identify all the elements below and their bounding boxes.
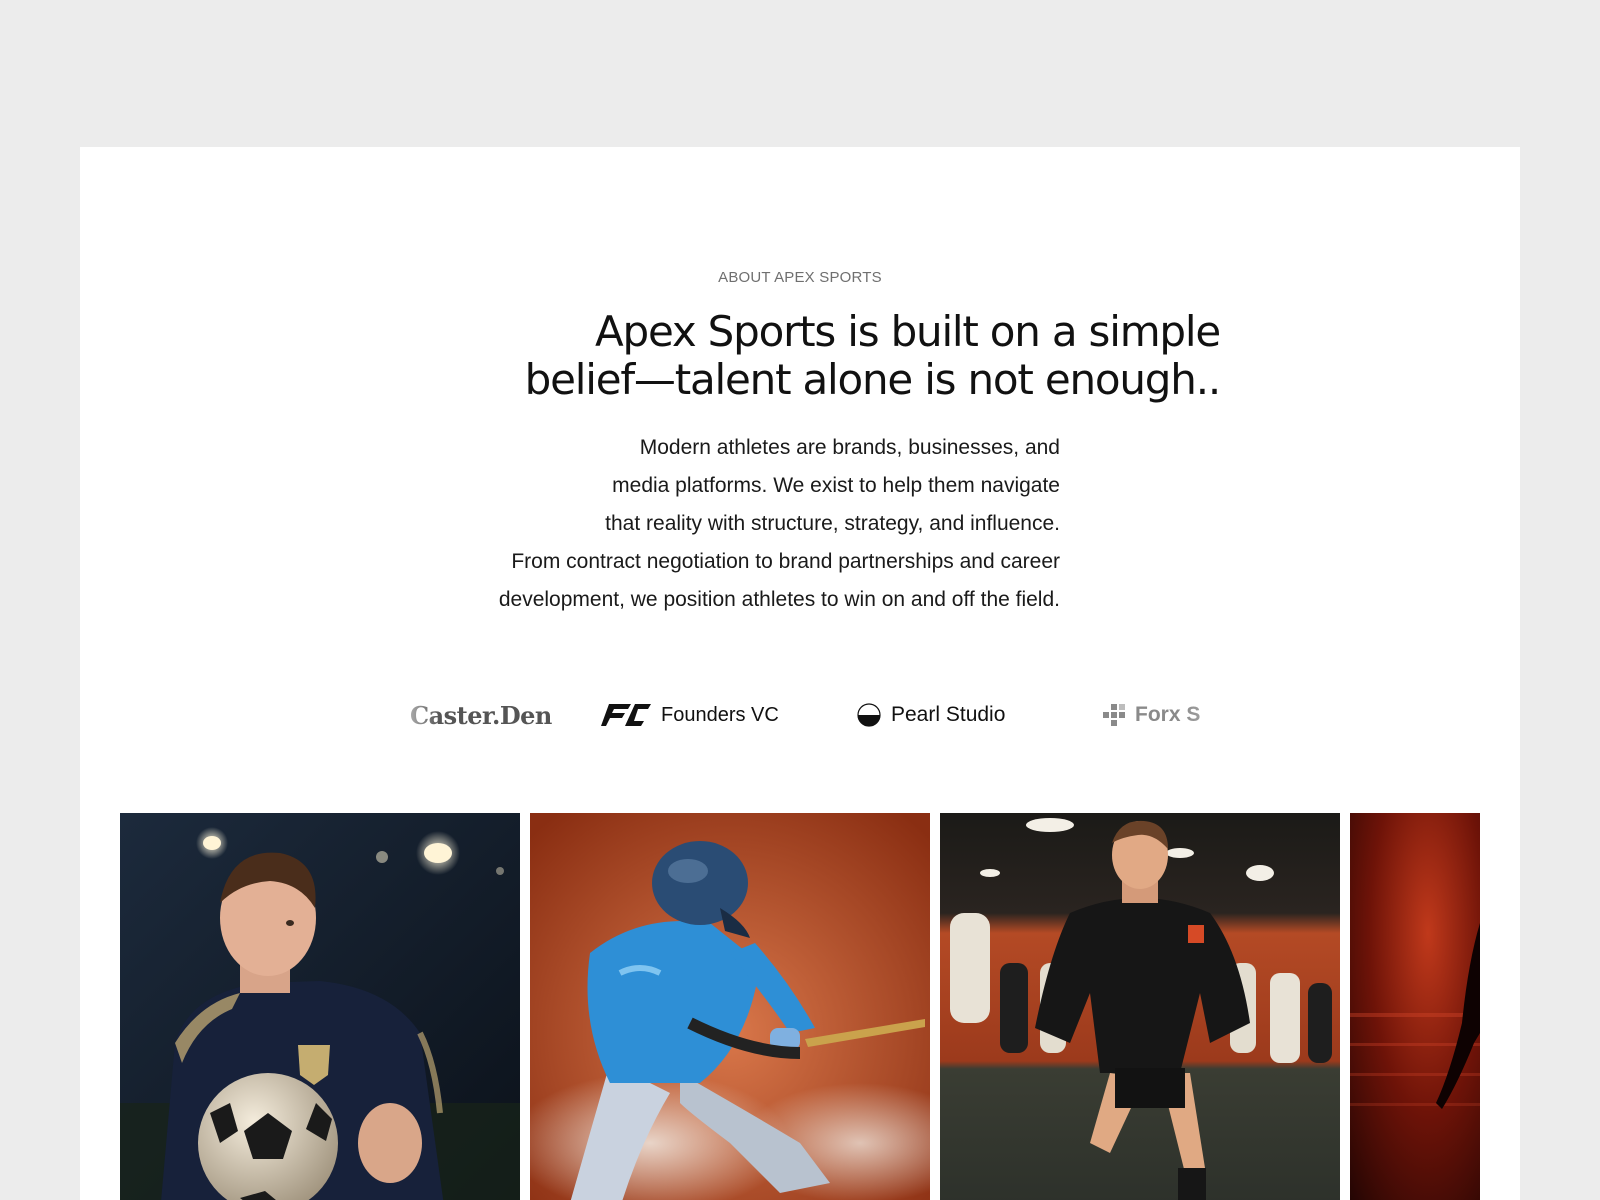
- pixel-grid-icon: [1103, 704, 1125, 726]
- gallery-image-training-run: [940, 813, 1340, 1200]
- about-section: ABOUT APEX SPORTS Apex Sports is built o…: [80, 147, 1520, 1200]
- headline-line: belief—talent alone is not enough..: [524, 355, 1222, 404]
- partner-logo-founders-vc: Founders VC: [601, 693, 779, 737]
- partner-logo-forx: Forx S: [1103, 693, 1200, 737]
- partner-name: Pearl Studio: [891, 703, 1006, 726]
- about-headline: Apex Sports is built on a simple belief—…: [460, 307, 1222, 404]
- partner-logo-marquee: Caster.Den Founders VC Pearl Studio Forx…: [380, 693, 1300, 737]
- section-eyebrow: ABOUT APEX SPORTS: [718, 269, 882, 286]
- gallery-image-soccer-player: [120, 813, 520, 1200]
- athlete-gallery: [120, 813, 1480, 1200]
- gallery-image-red-silhouette: [1350, 813, 1480, 1200]
- body-line: From contract negotiation to brand partn…: [511, 550, 1060, 573]
- partner-name: Caster.Den: [410, 700, 552, 730]
- body-line: development, we position athletes to win…: [498, 588, 1060, 611]
- half-circle-icon: [857, 703, 881, 727]
- gallery-image-baseball-batter: [530, 813, 930, 1200]
- partner-logo-pearl-studio: Pearl Studio: [857, 693, 1005, 737]
- partner-name: Forx S: [1135, 703, 1201, 726]
- fc-monogram-icon: [601, 704, 651, 726]
- about-body: Modern athletes are brands, businesses, …: [410, 429, 1060, 619]
- partner-logo-caster-den: Caster.Den: [410, 693, 552, 737]
- body-line: that reality with structure, strategy, a…: [605, 512, 1060, 535]
- body-line: media platforms. We exist to help them n…: [612, 474, 1060, 497]
- body-line: Modern athletes are brands, businesses, …: [639, 436, 1060, 459]
- headline-line: Apex Sports is built on a simple: [594, 307, 1221, 356]
- partner-name: Founders VC: [661, 703, 779, 726]
